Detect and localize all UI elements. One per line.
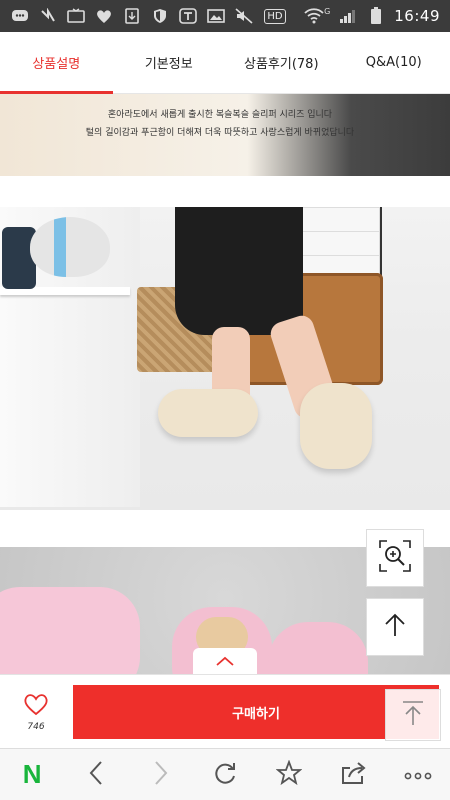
more-button[interactable]: [396, 753, 440, 797]
no-signal-icon: [38, 7, 58, 25]
bookmark-button[interactable]: [267, 753, 311, 797]
sheep-slipper: [158, 389, 258, 437]
browser-toolbar: N: [0, 748, 450, 800]
more-icon: [404, 765, 432, 784]
message-icon: [10, 7, 30, 25]
tab-reviews[interactable]: 상품후기(78): [225, 32, 338, 93]
chevron-up-icon: [215, 652, 235, 671]
rack: [380, 207, 450, 327]
signal-icon: [338, 7, 358, 25]
product-description-content[interactable]: 혼아라도에서 새롭게 출시한 복슬복슬 슬리퍼 시리즈 입니다 털의 길이감과 …: [0, 94, 450, 674]
drawer-divider: [300, 255, 380, 256]
mute-icon: [234, 7, 254, 25]
tab-label: 상품후기(78): [243, 57, 319, 72]
drawer-cabinet: [300, 207, 380, 277]
purchase-bar: 746 구매하기: [0, 674, 450, 748]
download-icon: [122, 7, 142, 25]
wifi-icon: [304, 7, 324, 25]
heart-icon: [94, 7, 114, 25]
refresh-button[interactable]: [203, 753, 247, 797]
shield-icon: [150, 7, 170, 25]
helmet: [30, 217, 110, 277]
heart-outline-icon: [22, 692, 50, 720]
scroll-up-button[interactable]: [366, 598, 424, 656]
product-photo-model: [0, 207, 450, 510]
status-bar: HD G 16:49: [0, 0, 450, 32]
share-button[interactable]: [332, 753, 376, 797]
caption-line-1: 혼아라도에서 새롭게 출시한 복슬복슬 슬리퍼 시리즈 입니다: [107, 110, 333, 120]
t-icon: [178, 7, 198, 25]
expand-options-button[interactable]: [193, 648, 257, 674]
naver-home-button[interactable]: N: [10, 753, 54, 797]
sheep-slipper: [300, 383, 372, 469]
product-image-banner: 혼아라도에서 새롭게 출시한 복슬복슬 슬리퍼 시리즈 입니다 털의 길이감과 …: [0, 94, 450, 176]
forward-button[interactable]: [139, 753, 183, 797]
refresh-icon: [212, 760, 238, 790]
network-type-label: G: [324, 6, 331, 16]
tab-qna[interactable]: Q&A(10): [338, 32, 450, 93]
share-icon: [340, 760, 368, 790]
status-bar-system: G 16:49: [304, 7, 440, 25]
zoom-in-icon: [378, 539, 412, 577]
black-skirt: [175, 207, 303, 335]
caption-line-2: 털의 길이감과 푸근함이 더해져 더욱 따뜻하고 사랑스럽게 바뀌었답니다: [85, 128, 355, 138]
back-icon: [88, 760, 104, 790]
back-button[interactable]: [74, 753, 118, 797]
hd-icon: HD: [262, 7, 288, 25]
clock: 16:49: [394, 7, 440, 25]
image-icon: [206, 7, 226, 25]
pink-slipper: [0, 587, 140, 674]
tab-label: Q&A(10): [365, 55, 422, 70]
pink-slipper: [268, 622, 368, 674]
arrow-to-top-icon: [400, 699, 426, 731]
arrow-up-icon: [383, 612, 407, 642]
naver-logo: N: [22, 759, 42, 789]
forward-icon: [153, 760, 169, 790]
tv-icon: [66, 7, 86, 25]
tab-label: 기본정보: [144, 57, 193, 72]
like-count: 746: [27, 722, 45, 732]
battery-icon: [366, 7, 386, 25]
like-button[interactable]: 746: [0, 675, 72, 749]
tab-basic-info[interactable]: 기본정보: [113, 32, 226, 93]
tab-label: 상품설명: [32, 57, 81, 72]
back-to-top-button[interactable]: [385, 689, 441, 741]
drawer-divider: [300, 231, 380, 232]
product-tabs: 상품설명 기본정보 상품후기(78) Q&A(10): [0, 32, 450, 94]
zoom-button[interactable]: [366, 529, 424, 587]
tab-product-description[interactable]: 상품설명: [0, 32, 113, 94]
bookmark-star-icon: [275, 758, 303, 790]
product-caption: 혼아라도에서 새롭게 출시한 복슬복슬 슬리퍼 시리즈 입니다 털의 길이감과 …: [40, 106, 400, 142]
status-bar-notifications: HD: [10, 7, 288, 25]
